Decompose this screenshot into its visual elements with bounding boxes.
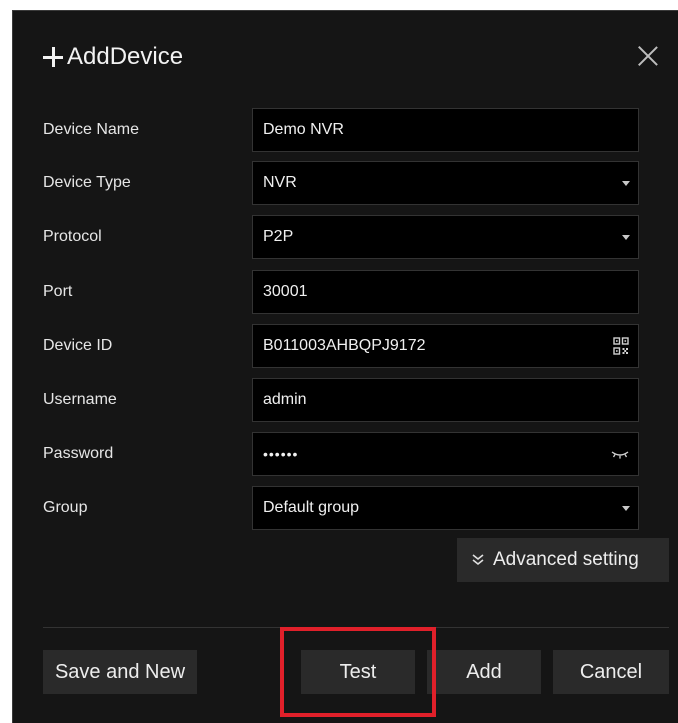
username-value: admin [263, 391, 307, 408]
chevron-down-icon [622, 181, 630, 186]
username-row: Username admin [13, 378, 678, 422]
password-row: Password •••••• [13, 432, 678, 476]
device-name-label: Device Name [43, 121, 140, 138]
port-label: Port [43, 283, 73, 300]
password-input[interactable]: •••••• [252, 432, 639, 476]
device-name-input[interactable]: Demo NVR [252, 108, 639, 152]
add-button[interactable]: Add [427, 650, 541, 694]
plus-icon [43, 47, 63, 67]
close-icon[interactable] [637, 45, 659, 67]
group-select[interactable]: Default group [252, 486, 639, 530]
advanced-setting-label: Advanced setting [493, 549, 639, 570]
device-name-row: Device Name Demo NVR [13, 108, 678, 152]
dialog-title: AddDevice [43, 41, 183, 73]
test-button[interactable]: Test [301, 650, 415, 694]
port-row: Port 30001 [13, 270, 678, 314]
dialog-header: AddDevice [13, 11, 678, 101]
group-value: Default group [263, 499, 360, 516]
qr-code-icon[interactable] [613, 337, 629, 355]
chevron-down-icon [622, 506, 630, 511]
username-input[interactable]: admin [252, 378, 639, 422]
device-id-label: Device ID [43, 337, 113, 354]
protocol-select[interactable]: P2P [252, 215, 639, 259]
chevron-down-icon [622, 235, 630, 240]
protocol-row: Protocol P2P [13, 215, 678, 259]
protocol-label: Protocol [43, 228, 102, 245]
footer-divider [43, 627, 669, 628]
password-value: •••••• [263, 446, 299, 462]
username-label: Username [43, 391, 117, 408]
device-id-input[interactable]: B011003AHBQPJ9172 [252, 324, 639, 368]
device-id-row: Device ID B011003AHBQPJ9172 [13, 324, 678, 368]
port-value: 30001 [263, 283, 308, 300]
dialog-title-text: AddDevice [67, 43, 184, 70]
cancel-button[interactable]: Cancel [553, 650, 669, 694]
group-label: Group [43, 499, 88, 516]
port-input[interactable]: 30001 [252, 270, 639, 314]
device-type-select[interactable]: NVR [252, 161, 639, 205]
double-chevron-down-icon [472, 554, 484, 566]
group-row: Group Default group [13, 486, 678, 530]
protocol-value: P2P [263, 228, 294, 245]
device-type-value: NVR [263, 174, 297, 191]
device-id-value: B011003AHBQPJ9172 [263, 337, 426, 354]
device-name-value: Demo NVR [263, 121, 344, 138]
device-type-label: Device Type [43, 174, 131, 191]
password-label: Password [43, 445, 114, 462]
save-and-new-button[interactable]: Save and New [43, 650, 197, 694]
advanced-setting-button[interactable]: Advanced setting [457, 538, 669, 582]
add-device-dialog: AddDevice Device Name Demo NVR Device Ty… [12, 10, 678, 723]
eye-closed-icon[interactable] [611, 449, 629, 461]
device-type-row: Device Type NVR [13, 161, 678, 205]
